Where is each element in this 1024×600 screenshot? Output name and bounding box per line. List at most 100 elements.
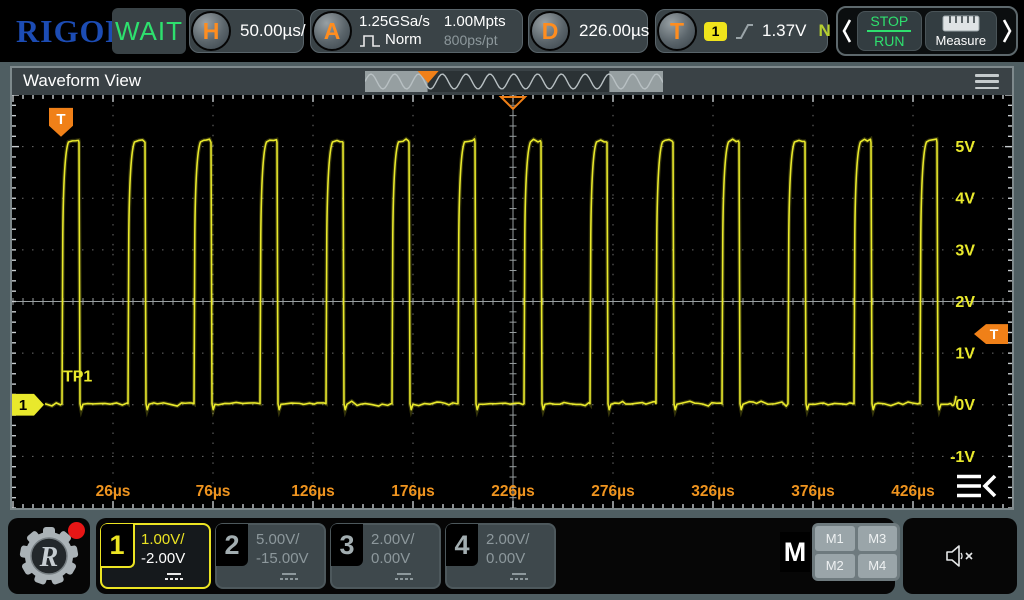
chevron-right-icon[interactable] <box>1000 16 1014 46</box>
channel-1-button[interactable]: 1 1.00V/ -2.00V <box>100 523 211 589</box>
channel-3-scale: 2.00V/ <box>371 531 415 548</box>
svg-text:0V: 0V <box>955 397 975 414</box>
rising-slope-icon <box>736 23 753 39</box>
channel-3-button[interactable]: 3 2.00V/ 0.00V <box>330 523 441 589</box>
svg-text:4V: 4V <box>955 191 975 208</box>
channel-3-number: 3 <box>331 524 363 566</box>
memory-depth: 1.00Mpts <box>443 13 506 30</box>
svg-text:-1V: -1V <box>950 449 975 466</box>
channel-2-scale: 5.00V/ <box>256 531 300 548</box>
channel-4-offset: 0.00V <box>486 550 526 567</box>
channel-4-button[interactable]: 4 2.00V/ 0.00V <box>445 523 556 589</box>
trigger-sweep-flag: N <box>818 21 831 40</box>
delay-knob-icon[interactable]: D <box>530 11 570 51</box>
oscilloscope-screen: RIGOL WAIT H 50.00µs/ A 1.25GSa/s Norm 1… <box>0 0 1024 600</box>
waveform-trace-glow <box>44 134 958 418</box>
waveform-plot-area[interactable]: 5V 4V 3V 2V 1V 0V -1V 26µs 76µs 126µs 176µs 226µs 27… <box>12 94 1012 509</box>
svg-text:5V: 5V <box>955 139 975 156</box>
trigger-level-marker: T <box>974 324 1008 344</box>
svg-text:376µs: 376µs <box>791 483 834 500</box>
sample-rate: 1.25GSa/s <box>359 13 430 30</box>
x-axis-labels: 26µs 76µs 126µs 176µs 226µs 276µs 326µs 376µs 42… <box>96 483 935 500</box>
measure-button[interactable]: Measure <box>924 11 997 51</box>
time-per-point: 800ps/pt <box>443 32 498 48</box>
channel-1-ground-marker: 1 <box>12 393 44 416</box>
dc-coupling-icon <box>164 573 184 580</box>
sound-button[interactable] <box>903 518 1017 594</box>
timebase-value: 50.00µs/ <box>240 21 306 40</box>
svg-text:126µs: 126µs <box>291 483 334 500</box>
trigger-settings-button[interactable]: T 1 1.37V N <box>655 9 831 53</box>
math-button-m2[interactable]: M2 <box>815 553 855 578</box>
channel-3-offset: 0.00V <box>371 550 411 567</box>
channel-4-number: 4 <box>446 524 478 566</box>
plot-menu-collapse-icon[interactable] <box>956 473 998 500</box>
svg-text:T: T <box>990 326 999 342</box>
waveform-chart: 5V 4V 3V 2V 1V 0V -1V 26µs 76µs 126µs 176µs 226µs 27… <box>12 94 1012 509</box>
trigger-position-marker <box>498 95 528 111</box>
horizontal-settings-button[interactable]: H 50.00µs/ <box>189 9 306 53</box>
chevron-left-icon[interactable] <box>840 16 854 46</box>
trigger-source-flag-marker: T <box>49 107 73 137</box>
horizontal-knob-icon[interactable]: H <box>191 11 231 51</box>
svg-text:76µs: 76µs <box>196 483 231 500</box>
math-group: M M1 M3 M2 M4 <box>780 523 900 581</box>
svg-text:226µs: 226µs <box>491 483 534 500</box>
svg-text:1: 1 <box>19 397 27 414</box>
svg-text:1V: 1V <box>955 346 975 363</box>
math-button-m3[interactable]: M3 <box>857 526 897 551</box>
channel-2-number: 2 <box>216 524 248 566</box>
y-axis-labels: 5V 4V 3V 2V 1V 0V -1V <box>950 139 975 466</box>
math-button-m1[interactable]: M1 <box>815 526 855 551</box>
delay-settings-button[interactable]: D 226.00µs <box>528 9 650 53</box>
waveform-trace <box>44 138 957 411</box>
acquisition-status: WAIT <box>112 8 186 54</box>
svg-text:276µs: 276µs <box>591 483 634 500</box>
pulse-shape-icon <box>360 34 380 47</box>
svg-text:326µs: 326µs <box>691 483 734 500</box>
channel-2-button[interactable]: 2 5.00V/ -15.00V <box>215 523 326 589</box>
channel-1-scale: 1.00V/ <box>141 531 185 548</box>
trigger-source-badge: 1 <box>704 21 727 41</box>
channel-1-offset: -2.00V <box>141 550 186 567</box>
center-axes <box>12 94 1012 509</box>
waveform-view-header: Waveform View <box>12 68 1012 95</box>
svg-text:426µs: 426µs <box>891 483 934 500</box>
svg-text:176µs: 176µs <box>391 483 434 500</box>
run-label: RUN <box>874 33 905 49</box>
acquire-mode: Norm <box>385 31 422 48</box>
channel-1-number: 1 <box>101 524 135 568</box>
acquire-knob-icon[interactable]: A <box>312 11 352 51</box>
dc-coupling-icon <box>509 573 529 580</box>
trigger-knob-icon[interactable]: T <box>657 11 697 51</box>
window-title: Waveform View <box>23 71 142 90</box>
waveform-view-window: Waveform View 5V 4V 3V 2V 1V 0V -1V 26µs 76µs 126… <box>10 66 1014 510</box>
quick-controls-group: STOP RUN Measure <box>836 6 1018 56</box>
measure-label: Measure <box>935 32 987 48</box>
svg-text:3V: 3V <box>955 242 975 259</box>
math-button-m4[interactable]: M4 <box>857 553 897 578</box>
top-status-bar: RIGOL WAIT H 50.00µs/ A 1.25GSa/s Norm 1… <box>0 0 1024 62</box>
svg-text:T: T <box>56 111 65 128</box>
stop-run-button[interactable]: STOP RUN <box>857 11 922 51</box>
waveform-overview-strip[interactable] <box>365 71 663 92</box>
probe-label: TP1 <box>63 369 92 386</box>
hamburger-menu-icon[interactable] <box>975 74 999 89</box>
speaker-muted-icon <box>946 545 973 567</box>
math-label[interactable]: M <box>780 532 810 572</box>
dc-coupling-icon <box>279 573 299 580</box>
dc-coupling-icon <box>394 573 414 580</box>
channel-4-scale: 2.00V/ <box>486 531 530 548</box>
channel-status-bar: 1 1.00V/ -2.00V 2 5.00V/ -15.00V 3 2.00V… <box>96 518 900 594</box>
channel-2-offset: -15.00V <box>256 550 309 567</box>
svg-text:26µs: 26µs <box>96 483 131 500</box>
trigger-delay-value: 226.00µs <box>579 21 650 40</box>
svg-text:2V: 2V <box>955 294 975 311</box>
measure-ruler-icon <box>942 15 980 31</box>
stop-label: STOP <box>870 13 909 29</box>
rigol-logo-button[interactable]: R <box>8 518 90 594</box>
acquisition-settings-button[interactable]: A 1.25GSa/s Norm 1.00Mpts 800ps/pt <box>310 9 523 53</box>
notification-dot <box>68 522 85 539</box>
rigol-logo: RIGOL <box>16 13 128 49</box>
trigger-level-value: 1.37V <box>762 21 807 40</box>
